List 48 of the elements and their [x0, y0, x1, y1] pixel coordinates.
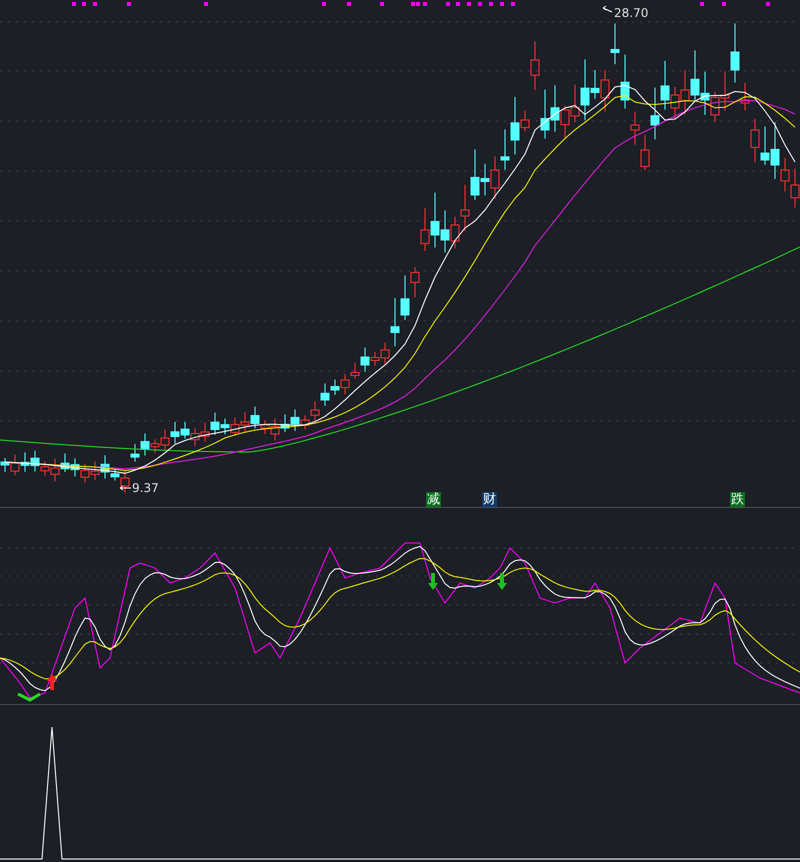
arrow-down-icon — [428, 573, 438, 590]
candlestick — [310, 400, 320, 422]
arrow-up-icon — [47, 674, 57, 690]
candlestick — [280, 414, 290, 433]
candlestick — [90, 460, 100, 480]
candlestick — [600, 70, 610, 112]
candlestick — [490, 156, 500, 200]
candlestick — [220, 418, 230, 435]
candlestick — [440, 210, 450, 254]
candlestick — [460, 184, 470, 232]
leader-line — [602, 6, 612, 12]
candlestick — [20, 452, 30, 472]
arrow-down-icon — [497, 573, 507, 590]
candlestick — [210, 412, 220, 436]
candlestick — [680, 70, 690, 116]
candlestick — [190, 427, 200, 447]
candlestick — [340, 374, 350, 395]
candlestick — [630, 111, 640, 146]
candlestick — [60, 453, 70, 473]
candlestick — [420, 208, 430, 252]
candlestick — [750, 118, 760, 163]
candlestick — [790, 168, 800, 208]
bottom-marker-line — [17, 692, 41, 702]
candlestick — [80, 463, 90, 484]
candlestick — [700, 71, 710, 116]
leader-line — [120, 486, 132, 490]
candlestick — [450, 216, 460, 250]
candlestick — [240, 412, 250, 432]
signal-label: 跌 — [730, 492, 745, 507]
candlestick — [540, 89, 550, 140]
low-price-label: 9.37 — [132, 481, 159, 495]
signal-label: 财 — [482, 492, 497, 507]
candlestick — [30, 450, 40, 472]
high-price-label: 28.70 — [614, 6, 648, 20]
candlestick — [500, 128, 510, 170]
candlestick — [170, 421, 180, 444]
candlestick — [690, 50, 700, 100]
candlestick — [710, 91, 720, 123]
candlestick — [130, 444, 140, 462]
candlestick — [200, 422, 210, 442]
candlestick — [430, 192, 440, 248]
candlestick — [70, 458, 80, 477]
candlestick — [230, 417, 240, 436]
candlestick — [620, 54, 630, 110]
candlestick — [180, 422, 190, 440]
signal-label: 减 — [426, 492, 441, 507]
candlestick — [530, 40, 540, 90]
candlestick — [610, 23, 620, 65]
